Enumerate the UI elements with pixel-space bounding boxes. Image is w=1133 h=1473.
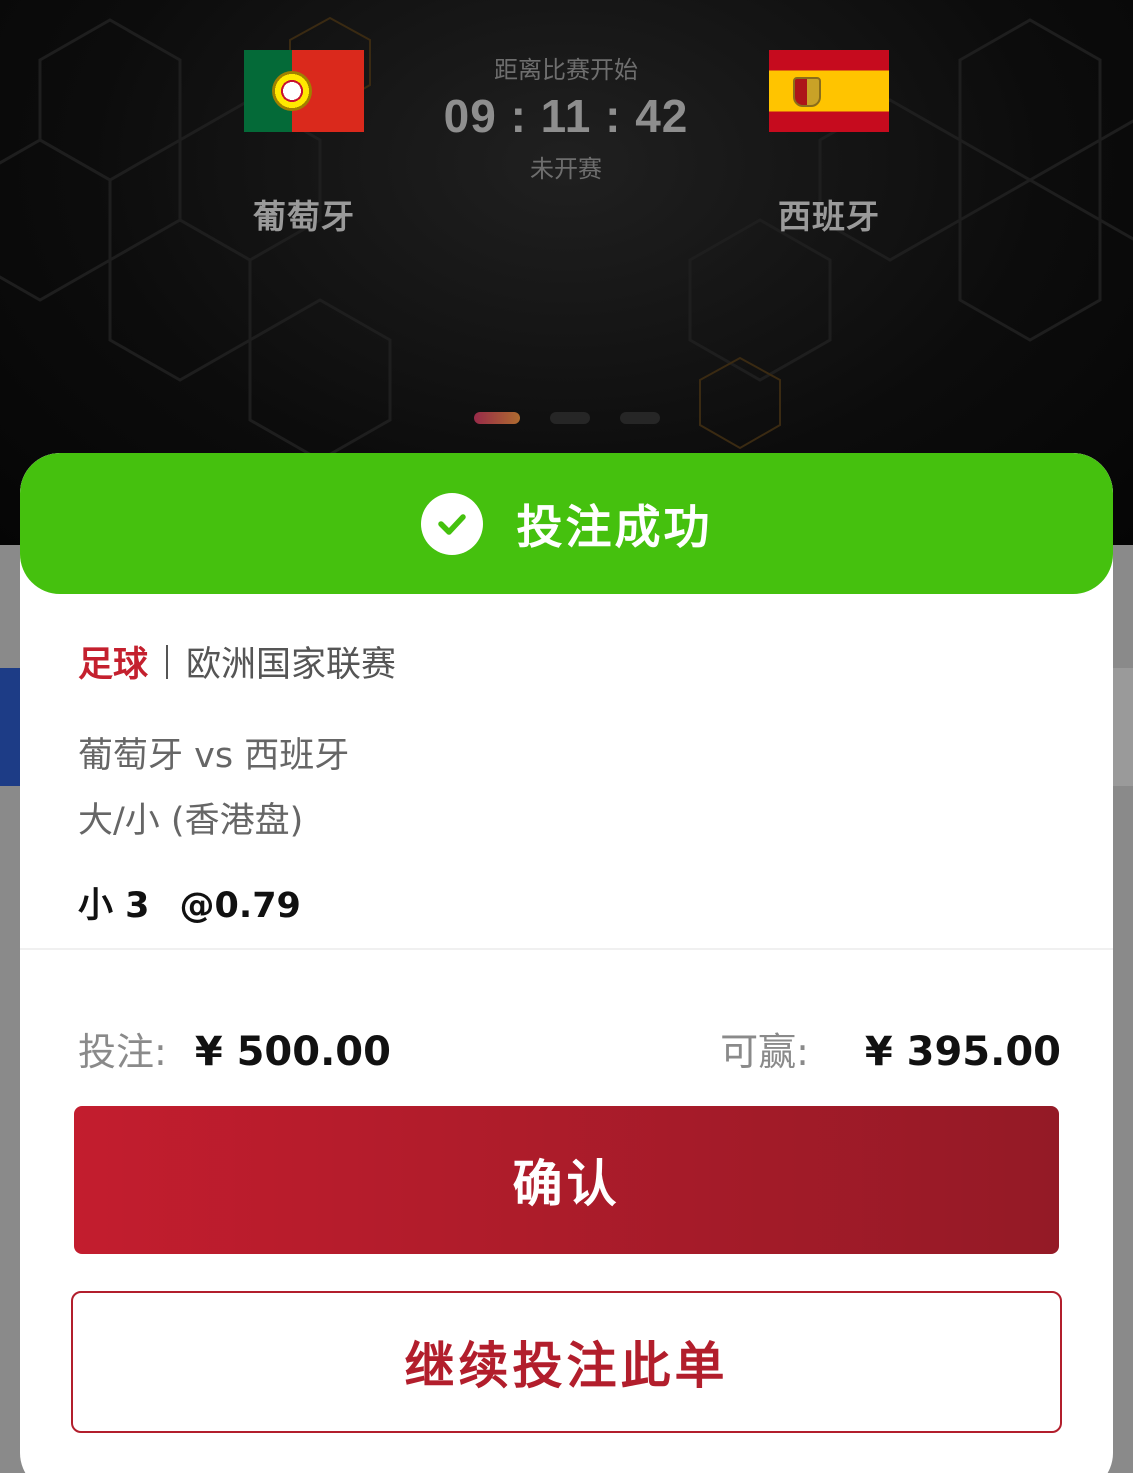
- divider: [166, 644, 169, 679]
- stake-group: 投注: ¥ 500.00: [78, 1021, 391, 1076]
- success-banner: 投注成功: [20, 453, 1113, 594]
- spain-flag-icon: [769, 50, 889, 132]
- bet-success-modal: 投注成功 足球 欧洲国家联赛 葡萄牙 vs 西班牙 大/小 (香港盘) 小 3 @…: [20, 453, 1113, 1473]
- countdown-label: 距离比赛开始: [494, 56, 638, 84]
- page: 葡萄牙 距离比赛开始 09 : 11 : 42 未开赛 西班牙 投注成功 足球 …: [0, 0, 1133, 1473]
- stake-label: 投注:: [78, 1030, 167, 1074]
- match-teams: 葡萄牙 vs 西班牙: [78, 736, 350, 776]
- away-team: 西班牙: [709, 50, 949, 238]
- win-group: 可赢: ¥ 395.00: [720, 1021, 1061, 1076]
- selection: 小 3: [78, 886, 150, 926]
- win-value: ¥ 395.00: [864, 1029, 1061, 1075]
- stake-value: ¥ 500.00: [194, 1029, 391, 1075]
- carousel-dot[interactable]: [550, 412, 590, 424]
- home-team-name: 葡萄牙: [253, 197, 355, 236]
- win-label: 可赢:: [720, 1030, 809, 1074]
- market-type: 大/小 (香港盘): [78, 801, 304, 841]
- countdown-timer: 09 : 11 : 42: [443, 90, 689, 142]
- home-team: 葡萄牙: [184, 50, 424, 238]
- away-team-name: 西班牙: [778, 197, 880, 236]
- confirm-button[interactable]: 确认: [74, 1106, 1059, 1254]
- carousel-dot[interactable]: [620, 412, 660, 424]
- carousel-indicator: [474, 412, 660, 424]
- sport-label: 足球: [78, 645, 149, 685]
- league-name: 欧洲国家联赛: [186, 645, 397, 685]
- league-row: 足球 欧洲国家联赛: [78, 636, 1055, 687]
- bet-details: 足球 欧洲国家联赛 葡萄牙 vs 西班牙 大/小 (香港盘) 小 3 @0.79: [20, 594, 1113, 950]
- background-card-edge: [1112, 668, 1133, 786]
- match-status: 未开赛: [530, 155, 602, 183]
- check-circle-icon: [420, 492, 483, 555]
- selection-row: 小 3 @0.79: [78, 877, 1055, 928]
- continue-betting-button[interactable]: 继续投注此单: [71, 1291, 1062, 1433]
- portugal-flag-icon: [244, 50, 364, 132]
- carousel-dot-active[interactable]: [474, 412, 520, 424]
- countdown: 距离比赛开始 09 : 11 : 42 未开赛: [416, 50, 716, 184]
- background-tab-strip: [0, 668, 22, 786]
- success-title: 投注成功: [516, 499, 713, 554]
- odds: @0.79: [179, 886, 301, 926]
- amount-row: 投注: ¥ 500.00 可赢: ¥ 395.00: [78, 1021, 1061, 1076]
